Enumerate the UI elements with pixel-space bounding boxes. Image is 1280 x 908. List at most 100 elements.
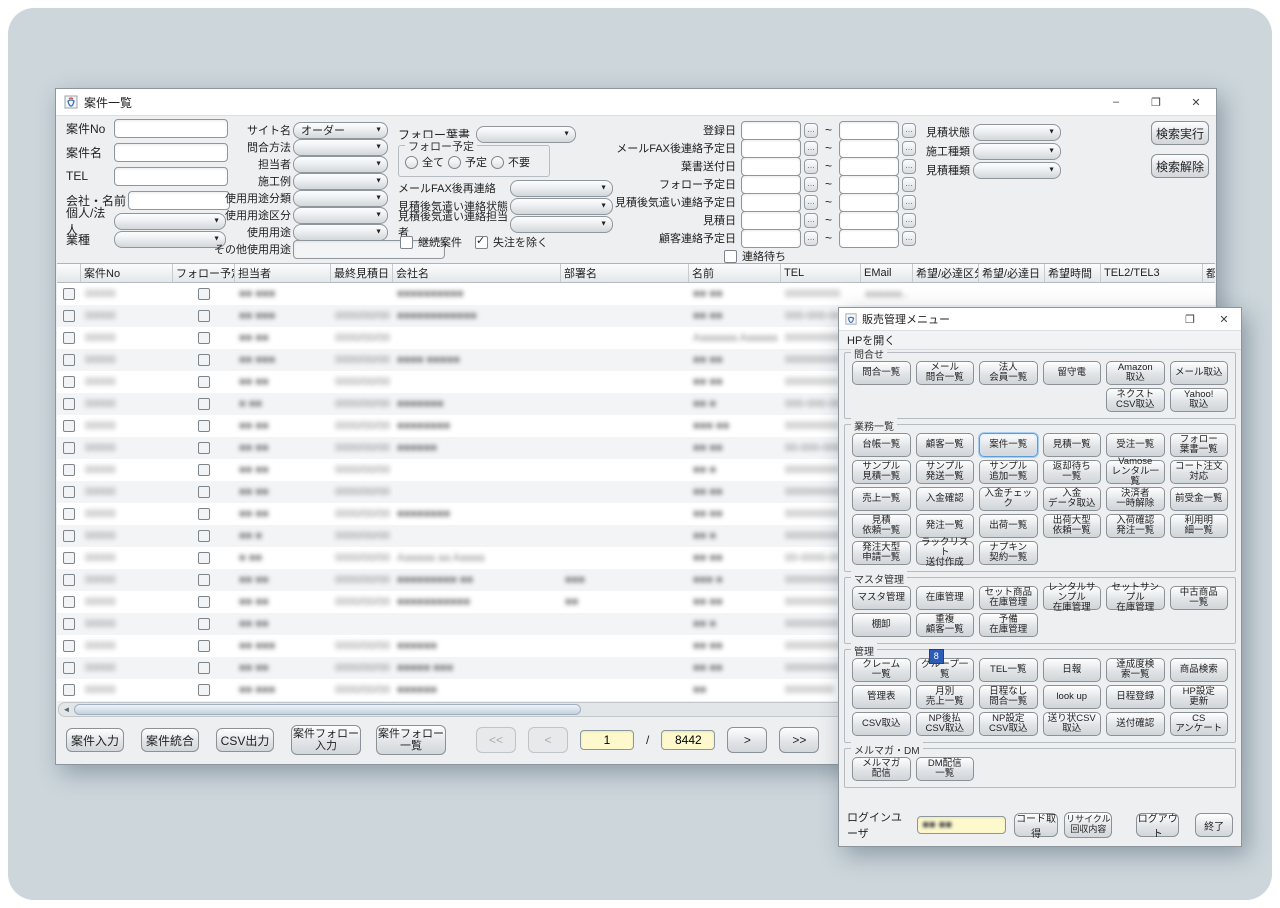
menu-button-顧客一覧[interactable]: 顧客一覧: [916, 433, 975, 457]
renraku-machi-checkbox[interactable]: [724, 250, 737, 263]
calendar-picker-button[interactable]: …: [902, 159, 916, 174]
date-from-input[interactable]: [741, 211, 801, 230]
follow-checkbox[interactable]: [198, 354, 210, 366]
calendar-picker-button[interactable]: …: [902, 141, 916, 156]
column-header-希望/必達日[interactable]: 希望/必達日: [979, 264, 1045, 282]
menu-button-メルマガ配信[interactable]: メルマガ 配信: [852, 757, 911, 781]
date-from-input[interactable]: [741, 193, 801, 212]
calendar-picker-button[interactable]: …: [902, 213, 916, 228]
menu-button-メール問合一覧[interactable]: メール 問合一覧: [916, 361, 975, 385]
follow-checkbox[interactable]: [198, 420, 210, 432]
row-select-checkbox[interactable]: [63, 288, 75, 300]
footer-button-2[interactable]: 案件統合: [141, 728, 199, 752]
menu-button-入金チェック[interactable]: 入金チェック: [979, 487, 1038, 511]
menu-button-Vamoseレンタル一覧[interactable]: Vamose レンタル一覧: [1106, 460, 1165, 484]
menu-button-Amazon取込[interactable]: Amazon 取込: [1106, 361, 1165, 385]
combo-見積状態[interactable]: [973, 124, 1061, 141]
menu-button-利用明細一覧[interactable]: 利用明 細一覧: [1170, 514, 1229, 538]
row-select-checkbox[interactable]: [63, 442, 75, 454]
logout-button[interactable]: ログアウト: [1136, 813, 1179, 837]
date-to-input[interactable]: [839, 211, 899, 230]
horizontal-scrollbar-thumb[interactable]: [74, 704, 581, 715]
combo-使用用途区分[interactable]: [293, 207, 388, 224]
follow-checkbox[interactable]: [198, 662, 210, 674]
table-row[interactable]: 00000■■ ■■■■■■■■■■■■■■■ ■■000000000aaaaa…: [57, 283, 1215, 305]
column-header-EMail[interactable]: EMail: [861, 264, 913, 282]
menu-button-前受金一覧[interactable]: 前受金一覧: [1170, 487, 1229, 511]
follow-hagaki-combo[interactable]: [476, 126, 576, 143]
row-select-checkbox[interactable]: [63, 574, 75, 586]
follow-checkbox[interactable]: [198, 530, 210, 542]
column-header-担当者[interactable]: 担当者: [235, 264, 331, 282]
menu-button-達成度検索一覧[interactable]: 達成度検 索一覧: [1106, 658, 1165, 682]
menu-button-商品検索[interactable]: 商品検索: [1170, 658, 1229, 682]
mailfax-combo[interactable]: [510, 180, 613, 197]
case-list-titlebar[interactable]: 案件一覧 – ❐ ✕: [56, 89, 1216, 116]
combo-サイト名[interactable]: オーダー: [293, 122, 388, 139]
follow-checkbox[interactable]: [198, 618, 210, 630]
combo-使用用途[interactable]: [293, 224, 388, 241]
menu-button-出荷大型依頼一覧[interactable]: 出荷大型 依頼一覧: [1043, 514, 1102, 538]
radio-全て[interactable]: [405, 156, 418, 169]
row-select-checkbox[interactable]: [63, 376, 75, 388]
row-select-checkbox[interactable]: [63, 508, 75, 520]
maximize-button[interactable]: ❐: [1136, 89, 1176, 115]
column-header-部署名[interactable]: 部署名: [561, 264, 689, 282]
date-to-input[interactable]: [839, 157, 899, 176]
row-select-checkbox[interactable]: [63, 420, 75, 432]
row-select-checkbox[interactable]: [63, 684, 75, 696]
calendar-picker-button[interactable]: …: [804, 195, 818, 210]
menu-button-Yahoo!取込[interactable]: Yahoo! 取込: [1170, 388, 1229, 412]
menu-button-レンタルサンプル在庫管理[interactable]: レンタルサンプル 在庫管理: [1043, 586, 1102, 610]
column-header-案件No[interactable]: 案件No: [81, 264, 173, 282]
calendar-picker-button[interactable]: …: [804, 177, 818, 192]
menu-button-CSV取込[interactable]: CSV取込: [852, 712, 911, 736]
menu-button-案件一覧[interactable]: 案件一覧: [979, 433, 1038, 457]
menu-button-月別売上一覧[interactable]: 月別 売上一覧: [916, 685, 975, 709]
menu-button-管理表[interactable]: 管理表: [852, 685, 911, 709]
column-header-会社名[interactable]: 会社名: [393, 264, 561, 282]
search-clear-button[interactable]: 検索解除: [1151, 154, 1209, 178]
combo-施工例[interactable]: [293, 173, 388, 190]
menu-button-返却待ち一覧[interactable]: 返却待ち 一覧: [1043, 460, 1102, 484]
row-select-checkbox[interactable]: [63, 618, 75, 630]
close-button[interactable]: ✕: [1176, 89, 1216, 115]
calendar-picker-button[interactable]: …: [804, 159, 818, 174]
row-select-checkbox[interactable]: [63, 640, 75, 652]
row-select-checkbox[interactable]: [63, 310, 75, 322]
menu-button-入金確認[interactable]: 入金確認: [916, 487, 975, 511]
menu-button-予備在庫管理[interactable]: 予備 在庫管理: [979, 613, 1038, 637]
calendar-picker-button[interactable]: …: [804, 213, 818, 228]
row-select-checkbox[interactable]: [63, 530, 75, 542]
follow-checkbox[interactable]: [198, 574, 210, 586]
row-select-checkbox[interactable]: [63, 332, 75, 344]
recycle-button[interactable]: リサイクル 回収内容: [1064, 812, 1112, 838]
menu-button-留守電[interactable]: 留守電: [1043, 361, 1102, 385]
row-select-checkbox[interactable]: [63, 552, 75, 564]
page-last-button[interactable]: >>: [779, 727, 819, 753]
menu-button-入荷確認発注一覧[interactable]: 入荷確認 発注一覧: [1106, 514, 1165, 538]
follow-checkbox[interactable]: [198, 376, 210, 388]
menu-button-日程登録[interactable]: 日程登録: [1106, 685, 1165, 709]
menu-button-入金データ取込[interactable]: 入金 データ取込: [1043, 487, 1102, 511]
follow-checkbox[interactable]: [198, 486, 210, 498]
column-header-最終見積日[interactable]: 最終見積日: [331, 264, 393, 282]
calendar-picker-button[interactable]: …: [804, 231, 818, 246]
menu-button-HP設定更新[interactable]: HP設定 更新: [1170, 685, 1229, 709]
minimize-button[interactable]: –: [1096, 89, 1136, 115]
follow-checkbox[interactable]: [198, 332, 210, 344]
combo-担当者[interactable]: [293, 156, 388, 173]
login-user-field[interactable]: ■■ ■■: [917, 816, 1005, 834]
page-prev-button[interactable]: <: [528, 727, 568, 753]
page-first-button[interactable]: <<: [476, 727, 516, 753]
date-to-input[interactable]: [839, 229, 899, 248]
radio-予定[interactable]: [448, 156, 461, 169]
footer-button-4[interactable]: 案件フォロー 入力: [291, 725, 361, 755]
maximize-button[interactable]: ❐: [1173, 308, 1207, 330]
footer-button-3[interactable]: CSV出力: [216, 728, 274, 752]
menu-button-発注大型申請一覧[interactable]: 発注大型 申請一覧: [852, 541, 911, 565]
follow-checkbox[interactable]: [198, 552, 210, 564]
date-from-input[interactable]: [741, 175, 801, 194]
menu-button-売上一覧[interactable]: 売上一覧: [852, 487, 911, 511]
row-select-checkbox[interactable]: [63, 662, 75, 674]
